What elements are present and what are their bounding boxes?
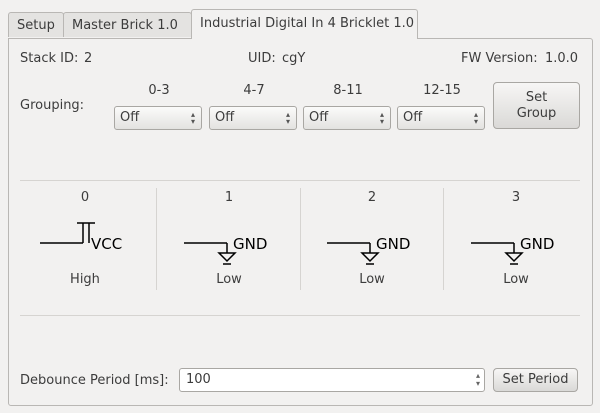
divider-top	[20, 180, 580, 181]
group-select-12-15[interactable]: Off ▴ ▾	[397, 106, 485, 130]
set-period-button[interactable]: Set Period	[493, 368, 578, 392]
channel-1: 1 GND Low	[159, 188, 299, 287]
channel-divider	[156, 188, 157, 290]
vcc-symbol-icon: VCC	[40, 222, 122, 253]
debounce-period-label: Debounce Period [ms]:	[20, 373, 169, 388]
channel-2: 2 GND Low	[302, 188, 442, 287]
group-select-4-7[interactable]: Off ▴ ▾	[209, 106, 297, 130]
updown-arrows-icon: ▴ ▾	[285, 110, 290, 126]
updown-arrows-icon: ▴ ▾	[190, 110, 195, 126]
ground-symbol-icon: GND	[471, 235, 554, 265]
channel-index: 0	[80, 190, 90, 205]
grouping-label: Grouping:	[20, 98, 85, 113]
tab-industrial-digital-in-4[interactable]: Industrial Digital In 4 Bricklet 1.0	[191, 9, 418, 39]
group-select-value: Off	[403, 110, 423, 125]
ground-symbol-icon: GND	[327, 235, 410, 265]
channel-index: 3	[511, 190, 521, 205]
debounce-period-value: 100	[186, 372, 211, 387]
channel-level-text: GND	[233, 235, 267, 253]
ground-symbol-icon: GND	[184, 235, 267, 265]
tab-master-brick[interactable]: Master Brick 1.0	[63, 12, 192, 37]
channel-level-text: GND	[520, 235, 554, 253]
uid-value: cgY	[282, 51, 306, 66]
group-header-12-15: 12-15	[423, 83, 461, 98]
channel-level-text: VCC	[91, 235, 122, 253]
channel-index: 2	[367, 190, 377, 205]
group-header-8-11: 8-11	[333, 83, 363, 98]
group-select-value: Off	[309, 110, 329, 125]
stack-id-value: 2	[84, 51, 93, 66]
divider-bottom	[20, 315, 580, 316]
group-select-8-11[interactable]: Off ▴ ▾	[303, 106, 391, 130]
tab-setup[interactable]: Setup	[8, 12, 64, 37]
fw-version-value: 1.0.0	[545, 51, 579, 66]
channel-divider	[300, 188, 301, 290]
channel-level-text: GND	[376, 235, 410, 253]
stack-id-label: Stack ID:	[20, 51, 79, 66]
channel-state: High	[70, 272, 100, 287]
group-header-0-3: 0-3	[148, 83, 170, 98]
channel-divider	[443, 188, 444, 290]
channel-state: Low	[359, 272, 385, 287]
group-select-value: Off	[120, 110, 140, 125]
fw-version-label: FW Version:	[461, 51, 538, 66]
spin-arrows-icon[interactable]: ▴ ▾	[476, 372, 480, 388]
group-select-0-3[interactable]: Off ▴ ▾	[114, 106, 202, 130]
channel-index: 1	[224, 190, 234, 205]
uid-label: UID:	[248, 51, 276, 66]
debounce-period-spinbox[interactable]: 100 ▴ ▾	[179, 368, 485, 392]
channel-state: Low	[503, 272, 529, 287]
group-header-4-7: 4-7	[243, 83, 265, 98]
channel-3: 3 GND Low	[446, 188, 586, 287]
set-group-button[interactable]: Set Group	[493, 82, 580, 129]
updown-arrows-icon: ▴ ▾	[473, 110, 478, 126]
updown-arrows-icon: ▴ ▾	[379, 110, 384, 126]
channel-0: 0 VCC High	[15, 188, 155, 287]
group-select-value: Off	[215, 110, 235, 125]
channel-state: Low	[216, 272, 242, 287]
